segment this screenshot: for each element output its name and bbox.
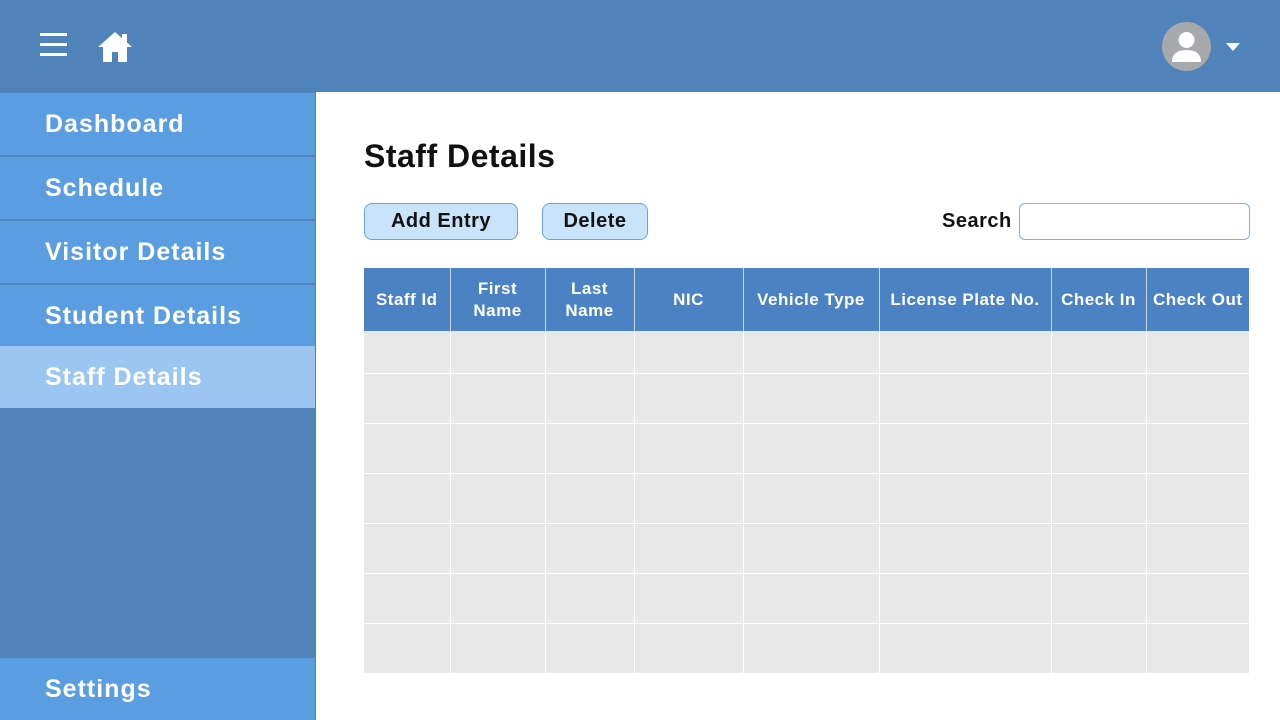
- table-cell[interactable]: [879, 423, 1052, 474]
- table-cell[interactable]: [364, 523, 451, 574]
- table-cell[interactable]: [364, 373, 451, 424]
- sidebar-item-schedule[interactable]: Schedule: [0, 157, 315, 219]
- table-cell[interactable]: [1051, 373, 1147, 424]
- table-cell[interactable]: [545, 573, 635, 624]
- table-cell[interactable]: [879, 331, 1052, 374]
- table-cell[interactable]: [1146, 373, 1250, 424]
- table-cell[interactable]: [545, 331, 635, 374]
- sidebar-item-settings[interactable]: Settings: [0, 658, 315, 720]
- table-cell[interactable]: [1146, 623, 1250, 674]
- table-cell[interactable]: [450, 573, 546, 624]
- table-cell[interactable]: [1051, 623, 1147, 674]
- sidebar: Dashboard Schedule Visitor Details Stude…: [0, 92, 316, 720]
- table-cell[interactable]: [743, 523, 880, 574]
- table-cell[interactable]: [634, 423, 744, 474]
- table-cell[interactable]: [545, 373, 635, 424]
- table-cell[interactable]: [1146, 523, 1250, 574]
- table-header-row: Staff Id First Name Last Name NIC Vehicl…: [364, 268, 1249, 331]
- table-cell[interactable]: [545, 423, 635, 474]
- add-entry-button[interactable]: Add Entry: [364, 203, 518, 240]
- table-cell[interactable]: [743, 423, 880, 474]
- table-row[interactable]: [364, 623, 1250, 674]
- sidebar-item-student-details[interactable]: Student Details: [0, 285, 315, 347]
- table-cell[interactable]: [1051, 331, 1147, 374]
- table-cell[interactable]: [634, 523, 744, 574]
- table-cell[interactable]: [450, 373, 546, 424]
- column-header-first-name[interactable]: First Name: [450, 268, 546, 331]
- table-cell[interactable]: [1146, 423, 1250, 474]
- table-cell[interactable]: [1146, 473, 1250, 524]
- table-cell[interactable]: [364, 331, 451, 374]
- table-cell[interactable]: [634, 623, 744, 674]
- table-cell[interactable]: [545, 473, 635, 524]
- table-cell[interactable]: [634, 573, 744, 624]
- table-cell[interactable]: [450, 523, 546, 574]
- table-cell[interactable]: [634, 473, 744, 524]
- top-bar: [0, 0, 1280, 92]
- column-header-vehicle-type[interactable]: Vehicle Type: [743, 268, 880, 331]
- table-cell[interactable]: [743, 473, 880, 524]
- sidebar-item-dashboard[interactable]: Dashboard: [0, 93, 315, 155]
- table-row[interactable]: [364, 523, 1250, 574]
- table-cell[interactable]: [1051, 573, 1147, 624]
- table-cell[interactable]: [364, 573, 451, 624]
- home-icon[interactable]: [96, 30, 134, 64]
- table-cell[interactable]: [450, 623, 546, 674]
- table-cell[interactable]: [743, 331, 880, 374]
- table-row[interactable]: [364, 473, 1250, 524]
- table-cell[interactable]: [450, 331, 546, 374]
- table-cell[interactable]: [634, 331, 744, 374]
- table-cell[interactable]: [879, 373, 1052, 424]
- table-cell[interactable]: [364, 423, 451, 474]
- table-cell[interactable]: [879, 473, 1052, 524]
- table-cell[interactable]: [1051, 523, 1147, 574]
- column-header-staff-id[interactable]: Staff Id: [364, 268, 451, 331]
- column-header-last-name[interactable]: Last Name: [545, 268, 635, 331]
- table-cell[interactable]: [364, 473, 451, 524]
- user-avatar-icon[interactable]: [1162, 22, 1211, 71]
- staff-table: Staff Id First Name Last Name NIC Vehicl…: [364, 268, 1250, 674]
- column-header-check-in[interactable]: Check In: [1051, 268, 1147, 331]
- table-row[interactable]: [364, 373, 1250, 424]
- table-cell[interactable]: [450, 423, 546, 474]
- table-cell[interactable]: [1051, 423, 1147, 474]
- column-header-check-out[interactable]: Check Out: [1146, 268, 1249, 331]
- table-cell[interactable]: [1146, 331, 1250, 374]
- table-cell[interactable]: [879, 573, 1052, 624]
- table-cell[interactable]: [450, 473, 546, 524]
- table-cell[interactable]: [743, 623, 880, 674]
- column-header-nic[interactable]: NIC: [634, 268, 744, 331]
- search-input[interactable]: [1019, 203, 1250, 240]
- table-cell[interactable]: [545, 623, 635, 674]
- table-cell[interactable]: [743, 573, 880, 624]
- delete-button[interactable]: Delete: [542, 203, 648, 240]
- hamburger-menu-icon[interactable]: [40, 33, 67, 57]
- table-row[interactable]: [364, 331, 1250, 374]
- column-header-license-plate[interactable]: License Plate No.: [879, 268, 1052, 331]
- sidebar-item-staff-details[interactable]: Staff Details: [0, 346, 315, 408]
- table-cell[interactable]: [1146, 573, 1250, 624]
- table-body: [364, 331, 1250, 674]
- caret-down-icon[interactable]: [1226, 43, 1240, 51]
- search-label: Search: [942, 210, 1012, 232]
- table-cell[interactable]: [879, 523, 1052, 574]
- table-cell[interactable]: [879, 623, 1052, 674]
- table-cell[interactable]: [1051, 473, 1147, 524]
- table-row[interactable]: [364, 573, 1250, 624]
- table-cell[interactable]: [545, 523, 635, 574]
- table-cell[interactable]: [634, 373, 744, 424]
- table-cell[interactable]: [743, 373, 880, 424]
- page-title: Staff Details: [364, 138, 556, 174]
- table-row[interactable]: [364, 423, 1250, 474]
- table-cell[interactable]: [364, 623, 451, 674]
- sidebar-item-visitor-details[interactable]: Visitor Details: [0, 221, 315, 283]
